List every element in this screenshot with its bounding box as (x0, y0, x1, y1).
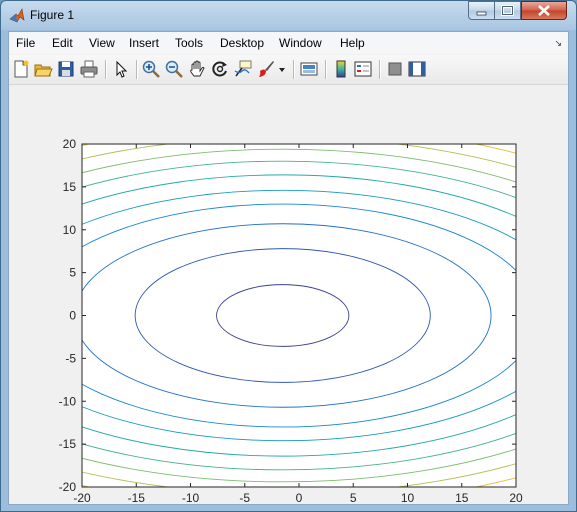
toolbar-separator (105, 60, 107, 79)
dock-arrow-icon[interactable]: ↘ (554, 38, 562, 49)
save-icon[interactable] (56, 59, 76, 79)
menu-window[interactable]: Window (279, 36, 322, 50)
show-plot-tools-icon[interactable] (407, 59, 427, 79)
x-tick-label: 0 (296, 491, 303, 504)
close-icon (538, 5, 550, 16)
toolbar-separator (379, 60, 381, 79)
x-tick-label: 20 (509, 491, 523, 504)
zoom-out-icon[interactable] (164, 59, 184, 79)
zoom-in-icon[interactable] (141, 59, 161, 79)
toolbar-separator (325, 60, 327, 79)
x-tick-label: 5 (350, 491, 357, 504)
colorbar-icon[interactable] (331, 59, 351, 79)
y-tick-label: 5 (69, 266, 76, 280)
minimize-icon (476, 11, 487, 16)
toolbar-separator (293, 60, 295, 79)
x-tick-label: 15 (455, 491, 469, 504)
open-file-icon[interactable] (33, 59, 53, 79)
hide-plot-tools-icon[interactable] (385, 59, 405, 79)
y-tick-label: -5 (65, 351, 76, 365)
data-cursor-icon[interactable] (233, 59, 253, 79)
brush-icon[interactable] (256, 59, 276, 79)
figure-toolbar (9, 55, 568, 85)
print-icon[interactable] (79, 59, 99, 79)
menu-edit[interactable]: Edit (52, 36, 73, 50)
rotate-3d-icon[interactable] (210, 59, 230, 79)
y-tick-label: 20 (63, 137, 77, 151)
menu-view[interactable]: View (89, 36, 115, 50)
brush-dropdown-icon[interactable] (277, 59, 287, 79)
menu-file[interactable]: File (16, 36, 35, 50)
figure-window: Figure 1 File Edit View Insert Tools Des… (0, 0, 577, 512)
x-tick-label: -15 (128, 491, 146, 504)
y-tick-label: 10 (63, 223, 77, 237)
menu-insert[interactable]: Insert (129, 36, 159, 50)
y-tick-label: -10 (59, 394, 77, 408)
figure-client-area: File Edit View Insert Tools Desktop Wind… (8, 31, 569, 505)
y-tick-label: 15 (63, 180, 77, 194)
y-tick-label: -20 (59, 480, 77, 494)
x-tick-label: -10 (182, 491, 200, 504)
plot-area: -20 -15 -10 -5 0 5 10 15 20 20 15 10 5 0 -5 -10 -15 -20 (9, 85, 568, 504)
maximize-icon (501, 5, 514, 16)
menu-bar: File Edit View Insert Tools Desktop Wind… (9, 32, 568, 54)
x-tick-label: -5 (239, 491, 250, 504)
pan-icon[interactable] (187, 59, 207, 79)
matlab-logo-icon (9, 8, 25, 24)
y-tick-label: 0 (69, 309, 76, 323)
toolbar-separator (136, 60, 138, 79)
axes-background (82, 144, 516, 487)
x-tick-label: 10 (401, 491, 415, 504)
menu-desktop[interactable]: Desktop (220, 36, 264, 50)
window-title: Figure 1 (30, 8, 75, 22)
new-figure-icon[interactable] (11, 59, 31, 79)
close-button[interactable] (521, 1, 567, 20)
legend-icon[interactable] (353, 59, 373, 79)
link-plot-icon[interactable] (299, 59, 319, 79)
edit-plot-icon[interactable] (111, 59, 131, 79)
menu-help[interactable]: Help (340, 36, 365, 50)
minimize-button[interactable] (468, 1, 495, 20)
y-tick-label: -15 (59, 437, 77, 451)
contour-plot[interactable]: -20 -15 -10 -5 0 5 10 15 2020151050-5-10-15-20 (9, 85, 568, 504)
maximize-button[interactable] (494, 1, 521, 20)
menu-tools[interactable]: Tools (175, 36, 203, 50)
title-bar[interactable]: Figure 1 (1, 1, 576, 31)
